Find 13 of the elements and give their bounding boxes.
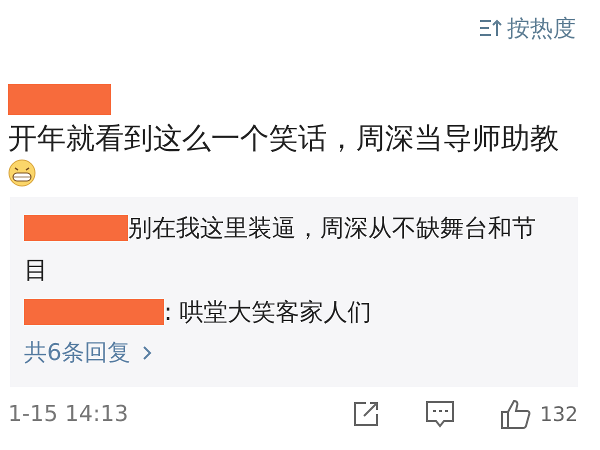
sort-icon xyxy=(479,19,503,37)
thumbs-up-icon xyxy=(500,399,532,429)
comment-time: 1-15 14:13 xyxy=(8,402,128,426)
more-replies-link[interactable]: 共6条回复 xyxy=(24,337,153,368)
chevron-icon xyxy=(140,344,153,362)
comment-text: 开年就看到这么一个笑话，周深当导师助教 xyxy=(8,121,560,155)
share-icon[interactable] xyxy=(352,400,380,428)
reply-text: : 哄堂大笑客家人们 xyxy=(24,291,562,333)
sort-button[interactable]: 按热度 xyxy=(479,8,576,48)
reply-text: 别在我这里装逼，周深从不缺舞台和节目 xyxy=(24,213,537,286)
like-button[interactable]: 132 xyxy=(500,399,578,429)
grin-emoji-icon xyxy=(8,159,36,187)
comment-icon[interactable] xyxy=(424,399,455,429)
